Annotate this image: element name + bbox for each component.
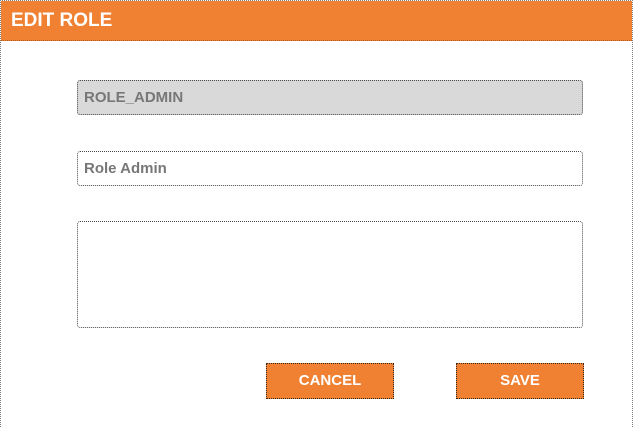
role-code-field: ROLE_ADMIN [77,80,583,115]
role-description-textarea[interactable] [77,221,583,328]
dialog-title: EDIT ROLE [11,10,113,31]
edit-role-dialog: EDIT ROLE ROLE_ADMIN Role Admin CANCEL S… [0,0,633,427]
role-name-input[interactable]: Role Admin [77,151,583,186]
cancel-button[interactable]: CANCEL [266,363,394,399]
dialog-header: EDIT ROLE [1,1,632,41]
save-button[interactable]: SAVE [456,363,584,399]
